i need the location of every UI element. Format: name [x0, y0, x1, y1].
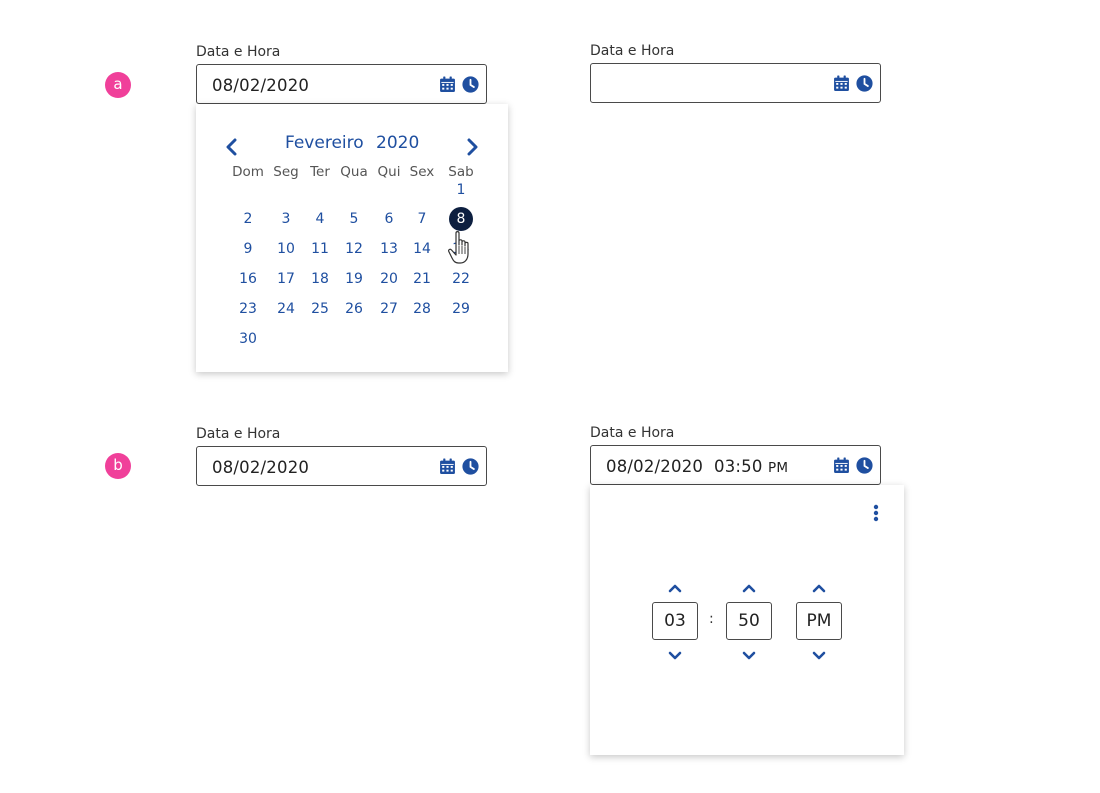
- calendar-day[interactable]: 6: [377, 207, 401, 231]
- calendar-month[interactable]: Fevereiro: [285, 133, 364, 153]
- clock-icon[interactable]: [462, 76, 479, 93]
- period-input[interactable]: PM: [796, 602, 842, 640]
- calendar-day[interactable]: 27: [377, 297, 401, 321]
- calendar-day[interactable]: 22: [449, 267, 473, 291]
- calendar-day[interactable]: 24: [274, 297, 298, 321]
- time-picker-popup: 03 : 50 PM: [590, 485, 904, 755]
- calendar-day[interactable]: 29: [449, 297, 473, 321]
- calendar-day[interactable]: 2: [236, 207, 260, 231]
- calendar-day[interactable]: 25: [308, 297, 332, 321]
- weekday-label: Qui: [377, 164, 401, 180]
- field-label: Data e Hora: [590, 425, 675, 441]
- datetime-ampm: PM: [768, 460, 789, 476]
- chevron-down-icon[interactable]: [668, 651, 682, 661]
- more-vertical-icon[interactable]: [872, 504, 880, 522]
- chevron-up-icon[interactable]: [668, 583, 682, 593]
- clock-icon[interactable]: [462, 458, 479, 475]
- hour-input[interactable]: 03: [652, 602, 698, 640]
- calendar-day[interactable]: 14: [410, 237, 434, 261]
- minute-input[interactable]: 50: [726, 602, 772, 640]
- weekday-label: Seg: [273, 164, 299, 180]
- datetime-field[interactable]: 08/02/2020 03:50 PM: [590, 445, 881, 485]
- calendar-day[interactable]: 12: [342, 237, 366, 261]
- chevron-up-icon[interactable]: [742, 583, 756, 593]
- calendar-day[interactable]: 19: [342, 267, 366, 291]
- calendar-day[interactable]: 30: [236, 327, 260, 351]
- time-separator: :: [709, 611, 714, 627]
- clock-icon[interactable]: [856, 457, 873, 474]
- weekday-label: Sex: [409, 164, 435, 180]
- calendar-day[interactable]: 26: [342, 297, 366, 321]
- calendar-day[interactable]: 4: [308, 207, 332, 231]
- calendar-day[interactable]: 16: [236, 267, 260, 291]
- calendar-day-selected[interactable]: 8: [449, 207, 473, 231]
- datetime-value: 08/02/2020 03:50 PM: [606, 457, 788, 476]
- calendar-day[interactable]: 17: [274, 267, 298, 291]
- calendar-icon[interactable]: [833, 457, 850, 474]
- calendar-day[interactable]: 1: [449, 178, 473, 202]
- datetime-date-time: 08/02/2020 03:50: [606, 457, 763, 476]
- calendar-day[interactable]: 28: [410, 297, 434, 321]
- calendar-day[interactable]: 11: [308, 237, 332, 261]
- clock-icon[interactable]: [856, 75, 873, 92]
- calendar-day[interactable]: 20: [377, 267, 401, 291]
- hand-cursor-icon: [448, 231, 469, 264]
- chevron-left-icon[interactable]: [224, 138, 240, 156]
- calendar-day[interactable]: 7: [410, 207, 434, 231]
- datetime-value: 08/02/2020: [212, 76, 310, 95]
- calendar-day[interactable]: 9: [236, 237, 260, 261]
- datetime-field[interactable]: 08/02/2020: [196, 64, 487, 104]
- calendar-day[interactable]: 5: [342, 207, 366, 231]
- section-marker-a: a: [105, 72, 131, 98]
- calendar-day[interactable]: 10: [274, 237, 298, 261]
- chevron-down-icon[interactable]: [812, 651, 826, 661]
- calendar-day[interactable]: 13: [377, 237, 401, 261]
- calendar-day[interactable]: 18: [308, 267, 332, 291]
- field-label: Data e Hora: [196, 426, 281, 442]
- chevron-right-icon[interactable]: [464, 138, 480, 156]
- calendar-icon[interactable]: [439, 76, 456, 93]
- weekday-label: Ter: [310, 164, 330, 180]
- weekday-label: Dom: [232, 164, 264, 180]
- calendar-day[interactable]: 21: [410, 267, 434, 291]
- datetime-value: 08/02/2020: [212, 458, 310, 477]
- field-label: Data e Hora: [590, 43, 675, 59]
- datetime-field[interactable]: 08/02/2020: [196, 446, 487, 486]
- datetime-field[interactable]: [590, 63, 881, 103]
- chevron-down-icon[interactable]: [742, 651, 756, 661]
- section-marker-b: b: [105, 453, 131, 479]
- field-label: Data e Hora: [196, 44, 281, 60]
- calendar-day[interactable]: 3: [274, 207, 298, 231]
- calendar-year[interactable]: 2020: [376, 133, 419, 153]
- weekday-label: Qua: [340, 164, 368, 180]
- calendar-icon[interactable]: [833, 75, 850, 92]
- calendar-icon[interactable]: [439, 458, 456, 475]
- calendar-day[interactable]: 23: [236, 297, 260, 321]
- chevron-up-icon[interactable]: [812, 583, 826, 593]
